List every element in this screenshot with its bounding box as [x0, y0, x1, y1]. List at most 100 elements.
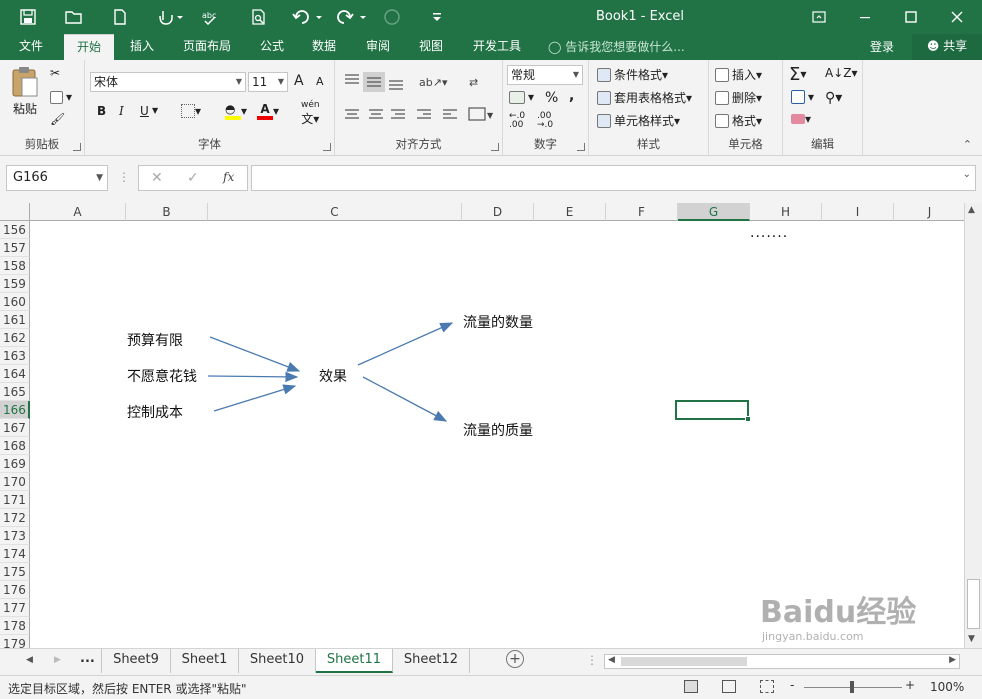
comma-button[interactable]: ,	[569, 88, 574, 104]
percent-button[interactable]: %	[545, 90, 558, 106]
font-color-icon[interactable]: A ▾	[257, 102, 279, 120]
grow-font-button[interactable]: A	[294, 73, 304, 89]
customize-toolbar-icon[interactable]	[430, 6, 444, 28]
spelling-icon[interactable]: abc	[200, 6, 222, 28]
borders-icon[interactable]: ▾	[181, 104, 201, 118]
scroll-left-icon[interactable]: ◀	[608, 655, 615, 665]
add-sheet-icon[interactable]: +	[506, 650, 524, 668]
enter-icon[interactable]: ✓	[187, 170, 199, 186]
scroll-right-icon[interactable]: ▶	[949, 655, 956, 665]
delete-cells-button[interactable]: 删除 ▾	[715, 89, 762, 106]
tab-home[interactable]: 开始	[64, 34, 114, 60]
shrink-font-button[interactable]: A	[316, 75, 324, 88]
share-button[interactable]: ☻ 共享	[912, 34, 982, 60]
underline-button[interactable]: U	[140, 104, 149, 118]
tab-split-handle-icon[interactable]: ⋮	[586, 653, 598, 667]
sheet-tab-sheet11[interactable]: Sheet11	[316, 649, 393, 673]
arrow-budget-to-effect[interactable]	[209, 336, 301, 372]
tell-me-search[interactable]: ◯ 告诉我您想要做什么...	[548, 38, 685, 55]
tab-insert[interactable]: 插入	[120, 34, 164, 60]
maximize-icon[interactable]	[888, 0, 934, 34]
new-file-icon[interactable]	[110, 6, 130, 28]
tab-developer[interactable]: 开发工具	[462, 34, 532, 60]
tab-file[interactable]: 文件	[4, 34, 58, 60]
clear-icon[interactable]: ▾	[791, 112, 811, 126]
number-format-select[interactable]: 常规 ▼	[507, 65, 583, 85]
paste-button[interactable]: 粘贴	[10, 66, 40, 117]
fill-icon[interactable]: ▾	[791, 90, 814, 104]
name-box[interactable]: G166 ▼	[6, 165, 108, 191]
italic-button[interactable]: I	[119, 104, 124, 118]
arrow-effect-to-quality[interactable]	[362, 376, 448, 422]
redo-icon[interactable]	[334, 6, 370, 28]
next-sheet-icon[interactable]: ▶	[54, 655, 61, 665]
page-layout-view-icon[interactable]	[722, 680, 736, 693]
find-select-icon[interactable]: ⚲▾	[825, 90, 842, 106]
login-link[interactable]: 登录	[870, 38, 894, 55]
decrease-decimal-icon[interactable]: .00 →.0	[537, 112, 553, 130]
underline-dropdown-icon[interactable]: ▼	[152, 106, 158, 115]
collapse-ribbon-icon[interactable]: ⌃	[963, 138, 972, 151]
alignment-launcher-icon[interactable]	[491, 143, 499, 151]
touch-mode-icon[interactable]	[155, 6, 185, 28]
font-launcher-icon[interactable]	[323, 143, 331, 151]
insert-cells-button[interactable]: 插入 ▾	[715, 66, 762, 83]
normal-view-icon[interactable]	[684, 680, 698, 693]
open-icon[interactable]	[64, 6, 84, 28]
selected-cell-g166[interactable]	[675, 400, 751, 422]
page-break-view-icon[interactable]	[760, 680, 774, 693]
accounting-format-icon[interactable]: ▾	[509, 90, 534, 104]
ribbon-display-icon[interactable]	[796, 0, 842, 34]
font-size-select[interactable]: 11 ▼	[248, 72, 288, 92]
zoom-slider-thumb[interactable]	[850, 681, 854, 693]
h-scroll-thumb[interactable]	[621, 657, 747, 666]
fill-color-icon[interactable]: ◓ ▾	[225, 102, 247, 120]
phonetic-icon[interactable]: wén 文▾	[301, 100, 320, 127]
number-launcher-icon[interactable]	[577, 143, 585, 151]
zoom-level[interactable]: 100%	[930, 680, 964, 694]
minimize-icon[interactable]	[842, 0, 888, 34]
zoom-slider[interactable]	[804, 681, 902, 693]
scroll-down-icon[interactable]: ▼	[968, 634, 975, 644]
tab-view[interactable]: 视图	[409, 34, 453, 60]
save-icon[interactable]	[18, 6, 38, 28]
cell-styles-button[interactable]: 单元格样式 ▾	[597, 112, 680, 129]
scroll-up-icon[interactable]: ▲	[968, 205, 975, 215]
sheet-tab-sheet1[interactable]: Sheet1	[171, 649, 239, 673]
record-icon[interactable]	[380, 6, 404, 28]
resize-handle-icon[interactable]: ⋮	[118, 170, 130, 184]
increase-decimal-icon[interactable]: ←.0.00	[509, 112, 525, 130]
more-sheets-button[interactable]: ...	[80, 651, 95, 666]
zoom-in-button[interactable]: +	[905, 678, 915, 692]
dialog-launcher-icon[interactable]	[73, 143, 81, 151]
tab-formulas[interactable]: 公式	[250, 34, 294, 60]
arrow-unwilling-to-effect[interactable]	[207, 371, 299, 383]
close-icon[interactable]	[934, 0, 980, 34]
undo-icon[interactable]	[290, 6, 326, 28]
format-as-table-button[interactable]: 套用表格格式 ▾	[597, 89, 692, 106]
zoom-out-button[interactable]: -	[790, 678, 794, 692]
arrow-cost-to-effect[interactable]	[213, 384, 297, 412]
tab-page-layout[interactable]: 页面布局	[172, 34, 242, 60]
tab-data[interactable]: 数据	[302, 34, 346, 60]
sheet-tab-sheet12[interactable]: Sheet12	[393, 649, 470, 673]
print-preview-icon[interactable]	[248, 6, 270, 28]
vertical-scrollbar[interactable]: ▲ ▼	[964, 203, 982, 648]
formula-input[interactable]: ⌄	[251, 165, 976, 191]
expand-formula-icon[interactable]: ⌄	[963, 169, 971, 180]
sort-filter-icon[interactable]: A↓Z▾	[825, 66, 858, 80]
cut-icon[interactable]: ✂	[50, 66, 60, 80]
autosum-icon[interactable]: Σ ▼	[789, 64, 807, 85]
arrow-effect-to-volume[interactable]	[357, 322, 454, 366]
alignment-icons[interactable]: ab↗▾ ⇄ ▼	[343, 72, 503, 138]
conditional-format-button[interactable]: 条件格式 ▾	[597, 66, 668, 83]
cancel-icon[interactable]: ✕	[151, 170, 163, 186]
copy-icon[interactable]: ▾	[50, 90, 72, 104]
scroll-thumb[interactable]	[967, 579, 980, 629]
format-cells-button[interactable]: 格式 ▾	[715, 112, 762, 129]
sheet-tab-sheet9[interactable]: Sheet9	[101, 649, 171, 673]
spreadsheet-grid[interactable]: ABCDEFGHIJ 156 157 158 159 160 161 162 163 164 16…	[0, 203, 964, 648]
tab-review[interactable]: 审阅	[356, 34, 400, 60]
horizontal-scrollbar[interactable]: ◀ ▶	[604, 654, 960, 669]
prev-sheet-icon[interactable]: ◀	[26, 655, 33, 665]
